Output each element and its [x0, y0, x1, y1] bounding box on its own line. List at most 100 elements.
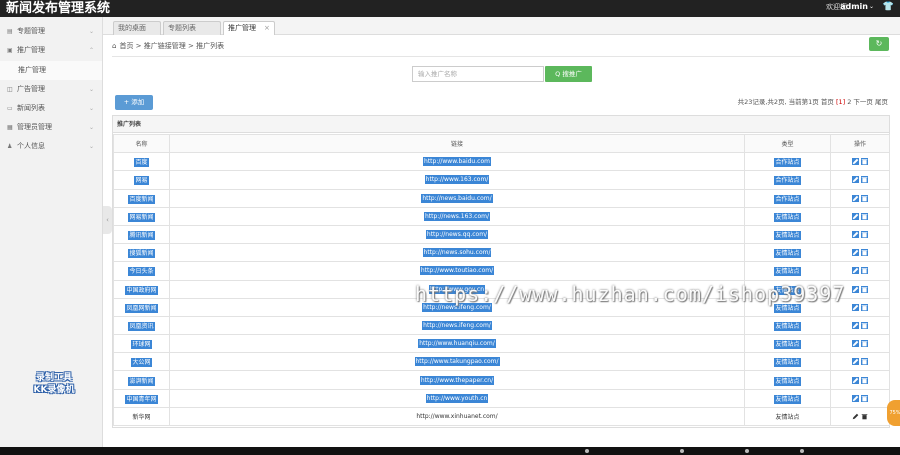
edit-icon[interactable] — [852, 158, 859, 166]
delete-icon[interactable] — [861, 358, 868, 366]
edit-icon[interactable] — [852, 376, 859, 384]
table-row[interactable]: 新华网 http://www.xinhuanet.com/友情站点 — [113, 406, 890, 427]
delete-icon[interactable] — [861, 194, 868, 202]
player-control-icon[interactable] — [800, 449, 804, 453]
url-text[interactable]: http://www.xinhuanet.com/ — [416, 413, 497, 420]
sidebar-item[interactable]: ♟ 个人信息 ⌄ — [0, 137, 102, 156]
table-row[interactable]: 网易 http://www.163.com/合作站点 — [113, 170, 890, 190]
delete-icon[interactable] — [861, 303, 868, 311]
edit-icon[interactable] — [852, 340, 859, 348]
table-row[interactable]: 百度 http://www.baidu.com 合作站点 — [113, 152, 890, 172]
sidebar-collapse-handle[interactable]: ‹ — [103, 206, 112, 234]
edit-icon[interactable] — [852, 358, 859, 366]
name-text: 百度新闻 — [128, 194, 155, 204]
table-row[interactable]: 澎湃新闻 http://www.thepaper.cn/友情站点 — [113, 370, 890, 390]
table-row[interactable]: 大公网 http://www.takungpao.com/友情站点 — [113, 352, 890, 372]
delete-icon[interactable] — [861, 176, 868, 184]
delete-icon[interactable] — [861, 212, 868, 220]
pagination-current[interactable]: [1] — [836, 98, 845, 106]
floating-badge[interactable]: 75% — [887, 400, 900, 426]
url-text[interactable]: http://www.toutiao.com/ — [419, 266, 495, 276]
delete-icon[interactable] — [861, 158, 868, 166]
close-icon[interactable]: × — [264, 24, 270, 32]
cell-name: 中国青年网 — [113, 388, 170, 408]
type-text: 友情站点 — [774, 340, 801, 350]
player-control-icon[interactable] — [680, 449, 684, 453]
player-control-icon[interactable] — [745, 449, 749, 453]
tab-label: 专题列表 — [168, 24, 196, 32]
sidebar-item[interactable]: ▣ 推广管理 ⌃ — [0, 41, 102, 60]
edit-icon[interactable] — [852, 249, 859, 257]
player-control-icon[interactable] — [585, 449, 589, 453]
url-text[interactable]: http://news.baidu.com/ — [421, 193, 493, 203]
table-row[interactable]: 凤凰资讯 http://news.ifeng.com/友情站点 — [113, 315, 890, 336]
url-text[interactable]: http://www.163.com/ — [424, 175, 490, 185]
delete-icon[interactable] — [861, 321, 868, 329]
edit-icon[interactable] — [852, 303, 859, 311]
cell-type: 友情站点 — [744, 406, 831, 427]
home-icon: ⌂ — [112, 42, 117, 50]
tab-my-desktop[interactable]: 我的桌面 — [113, 21, 161, 35]
search-button[interactable]: Q 搜推广 — [545, 66, 592, 82]
delete-icon[interactable] — [861, 249, 868, 257]
chevron-down-icon[interactable]: ⌄ — [869, 0, 874, 14]
cell-name: 大公网 — [113, 352, 170, 372]
menu-icon: ♟ — [7, 143, 13, 150]
table-row[interactable]: 腾讯新闻 http://news.qq.com/友情站点 — [113, 224, 890, 245]
edit-icon[interactable] — [852, 176, 859, 184]
url-text[interactable]: http://www.thepaper.cn/ — [419, 375, 495, 385]
table-row[interactable]: 百度新闻 http://news.baidu.com/合作站点 — [113, 188, 890, 208]
promotion-panel: 推广列表 名称 链接 类型 操作 百度 http://www.baidu.com 合… — [112, 115, 890, 428]
refresh-button[interactable]: ↻ — [869, 37, 889, 51]
edit-icon[interactable] — [852, 321, 859, 329]
edit-icon[interactable] — [852, 413, 859, 420]
url-text[interactable]: http://www.huanqiu.com/ — [418, 339, 496, 349]
sidebar-item-label: 专题管理 — [17, 27, 45, 35]
sidebar-item[interactable]: ▦ 管理员管理 ⌄ — [0, 118, 102, 137]
url-text[interactable]: http://news.qq.com/ — [425, 230, 489, 240]
tab-promotion[interactable]: 推广管理 × — [223, 21, 275, 35]
table-row[interactable]: 环球网 http://www.huanqiu.com/友情站点 — [113, 334, 890, 354]
user-menu[interactable]: admin — [840, 0, 868, 14]
table-row[interactable]: 网易新闻 http://news.163.com/友情站点 — [113, 206, 890, 226]
url-text[interactable]: http://www.takungpao.com/ — [414, 357, 500, 367]
edit-icon[interactable] — [852, 285, 859, 293]
url-text[interactable]: http://www.youth.cn — [425, 393, 489, 403]
delete-icon[interactable] — [861, 376, 868, 384]
edit-icon[interactable] — [852, 394, 859, 402]
url-text[interactable]: http://news.ifeng.com/ — [422, 320, 492, 330]
add-button[interactable]: + 添加 — [115, 95, 153, 110]
delete-icon[interactable] — [861, 394, 868, 402]
url-text[interactable]: http://news.163.com/ — [423, 211, 490, 221]
url-text[interactable]: http://www.baidu.com — [423, 157, 491, 167]
cell-actions — [830, 188, 890, 208]
pagination-links[interactable]: 2 下一页 尾页 — [845, 98, 888, 106]
edit-icon[interactable] — [852, 231, 859, 239]
delete-icon[interactable] — [861, 267, 868, 275]
sidebar-item[interactable]: ▤ 专题管理 ⌄ — [0, 22, 102, 41]
search-input[interactable] — [412, 66, 544, 82]
sidebar-item[interactable]: 推广管理 — [0, 61, 102, 80]
tab-topic-list[interactable]: 专题列表 — [163, 21, 221, 35]
delete-icon[interactable] — [861, 231, 868, 239]
table-row[interactable]: 中国青年网 http://www.youth.cn 友情站点 — [113, 388, 890, 408]
edit-icon[interactable] — [852, 267, 859, 275]
column-header-url: 链接 — [169, 133, 745, 154]
edit-icon[interactable] — [852, 194, 859, 202]
chevron-icon: ⌄ — [89, 124, 95, 131]
url-text[interactable]: http://news.sohu.com/ — [422, 248, 492, 258]
delete-icon[interactable] — [861, 340, 868, 348]
name-text: 新华网 — [132, 413, 151, 421]
delete-icon[interactable] — [861, 285, 868, 293]
table-row[interactable]: 搜狐新闻 http://news.sohu.com/友情站点 — [113, 243, 890, 263]
skin-icon[interactable]: 👕 — [883, 0, 894, 14]
cell-url: http://www.thepaper.cn/ — [169, 370, 745, 390]
sidebar-item[interactable]: ◫ 广告管理 ⌄ — [0, 80, 102, 99]
sidebar-item[interactable]: ▭ 新闻列表 ⌄ — [0, 99, 102, 118]
cell-name: 环球网 — [113, 334, 170, 354]
edit-icon[interactable] — [852, 212, 859, 220]
cell-type: 合作站点 — [744, 170, 831, 190]
table-row[interactable]: 今日头条 http://www.toutiao.com/友情站点 — [113, 261, 890, 281]
delete-icon[interactable] — [861, 413, 868, 420]
cell-type: 合作站点 — [744, 188, 831, 208]
